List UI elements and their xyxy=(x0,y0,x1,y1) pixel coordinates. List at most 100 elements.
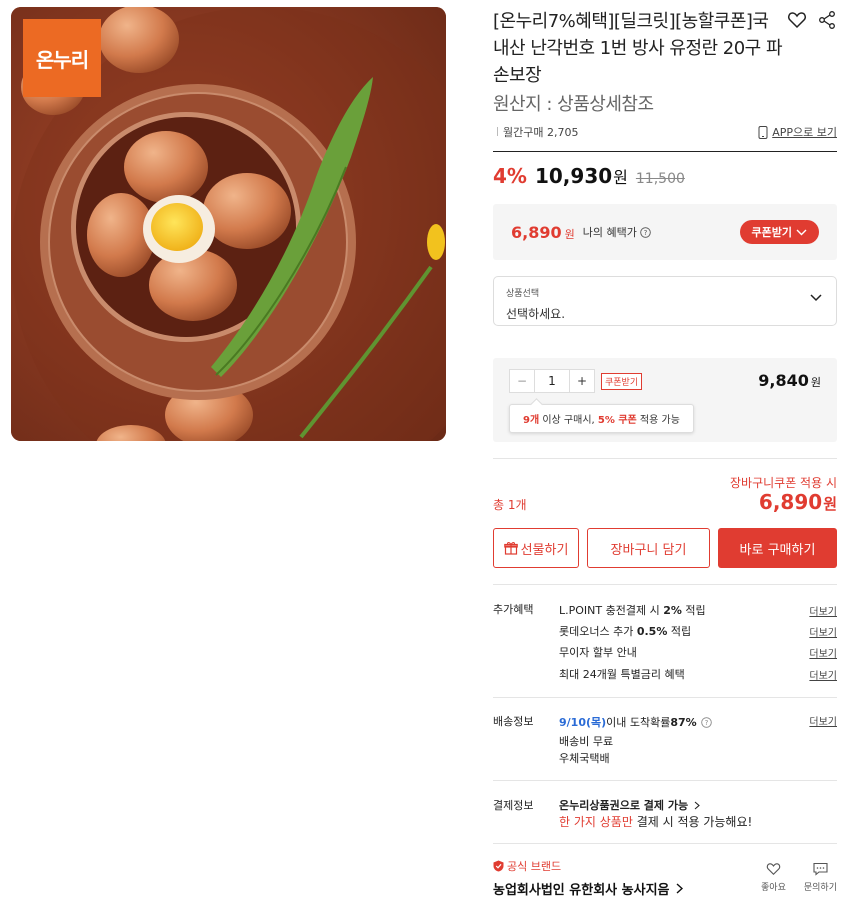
svg-text:?: ? xyxy=(704,719,708,727)
benefit-item-suffix: 적립 xyxy=(667,625,692,638)
option-price: 9,840 원 xyxy=(758,371,821,390)
product-title: [온누리7%혜택][딜크릿][농할쿠폰]국내산 난각번호 1번 방사 유정란 2… xyxy=(493,11,783,86)
gift-button-label: 선물하기 xyxy=(520,542,569,558)
benefit-item-text: 롯데오너스 추가 xyxy=(559,625,637,638)
divider xyxy=(493,843,837,844)
payment-note-rest: 결제 시 적용 가능해요! xyxy=(632,815,753,829)
divider xyxy=(493,780,837,781)
shipping-fee: 배송비 무료 xyxy=(559,735,614,748)
benefit-more-link[interactable]: 더보기 xyxy=(809,603,837,618)
divider xyxy=(493,697,837,698)
shield-icon xyxy=(493,860,504,872)
monthly-sales: 월간구매 2,705 xyxy=(493,124,578,140)
benefit-box: 6,890 원 나의 혜택가 ? 쿠폰받기 xyxy=(493,204,837,260)
cart-coupon-note: 장바구니쿠폰 적용 시 xyxy=(730,476,837,490)
gift-button[interactable]: 선물하기 xyxy=(493,528,579,568)
price-row: 4% 10,930원 11,500 xyxy=(493,164,685,188)
benefit-item-rate: 2% xyxy=(663,604,682,617)
benefit-price-value: 6,890 xyxy=(511,222,562,242)
inquiry-button[interactable]: 문의하기 xyxy=(804,862,837,893)
action-buttons: 선물하기 장바구니 담기 바로 구매하기 xyxy=(493,528,837,568)
benefit-item: 롯데오너스 추가 0.5% 적립 xyxy=(559,623,691,639)
brand-name: 농업회사법인 유한회사 농사지음 xyxy=(493,883,670,898)
option-price-value: 9,840 xyxy=(758,371,809,390)
benefit-item-text: L.POINT 충전결제 시 xyxy=(559,604,664,617)
coupon-tooltip: 9개 이상 구매시, 5% 쿠폰 적용 가능 xyxy=(509,404,694,433)
tooltip-coupon: 5% 쿠폰 xyxy=(597,415,637,426)
buy-now-label: 바로 구매하기 xyxy=(739,542,816,558)
buy-now-button[interactable]: 바로 구매하기 xyxy=(718,528,837,568)
add-to-cart-button[interactable]: 장바구니 담기 xyxy=(587,528,710,568)
heart-icon xyxy=(766,863,781,876)
payment-header: 결제정보 xyxy=(493,799,534,812)
help-icon: ? xyxy=(640,226,651,238)
help-icon[interactable]: ? xyxy=(700,716,712,728)
benefit-label-text: 나의 혜택가 xyxy=(582,226,637,239)
option-select-caption: 상품선택 xyxy=(506,289,540,299)
benefit-label[interactable]: 나의 혜택가 ? xyxy=(583,224,651,240)
chevron-right-icon xyxy=(676,883,683,894)
benefit-item: 최대 24개월 특별금리 혜택 xyxy=(559,668,685,681)
product-detail-page: 온누리 [온누리7%혜택][딜크릿][농할쿠폰]국내산 난각번호 1번 방사 유… xyxy=(0,0,850,917)
option-coupon-tag[interactable]: 쿠폰받기 xyxy=(601,373,643,390)
heart-icon[interactable] xyxy=(787,10,807,30)
benefit-price-unit: 원 xyxy=(564,227,575,241)
increase-button[interactable]: + xyxy=(570,370,594,392)
sale-price-unit: 원 xyxy=(613,168,628,187)
app-view-label: APP으로 보기 xyxy=(772,126,837,139)
product-image[interactable]: 온누리 xyxy=(11,7,446,441)
chevron-right-icon xyxy=(694,801,700,809)
tooltip-count: 9개 xyxy=(523,415,540,426)
onnuri-payment-link[interactable]: 온누리상품권으로 결제 가능 xyxy=(559,797,700,813)
option-select-value: 선택하세요. xyxy=(506,307,566,321)
get-coupon-label: 쿠폰받기 xyxy=(751,226,792,239)
total-price-unit: 원 xyxy=(823,495,837,513)
official-brand-label: 공식 브랜드 xyxy=(507,860,562,873)
benefit-more-link[interactable]: 더보기 xyxy=(809,645,837,660)
tooltip-mid: 이상 구매시, xyxy=(539,415,598,426)
benefit-more-link[interactable]: 더보기 xyxy=(809,624,837,639)
total-price: 6,890원 xyxy=(759,490,837,514)
arrival-probability: 87% xyxy=(670,715,697,729)
sale-price-value: 10,930 xyxy=(534,164,613,188)
gift-icon xyxy=(503,542,518,555)
chat-icon xyxy=(813,862,828,876)
chevron-down-icon xyxy=(810,294,822,302)
tooltip-end: 적용 가능 xyxy=(636,415,680,426)
total-price-value: 6,890 xyxy=(758,490,823,514)
share-icon[interactable] xyxy=(817,10,837,30)
like-brand-button[interactable]: 좋아요 xyxy=(761,862,786,893)
chevron-down-icon xyxy=(796,229,807,235)
benefit-item-suffix: 적립 xyxy=(681,604,706,617)
quantity-value[interactable]: 1 xyxy=(534,370,570,392)
decrease-button[interactable]: − xyxy=(510,370,534,392)
divider xyxy=(493,458,837,459)
extra-benefit-header: 추가혜택 xyxy=(493,603,534,616)
quantity-stepper: − 1 + xyxy=(509,369,595,393)
original-price: 11,500 xyxy=(635,171,685,187)
total-row: 장바구니쿠폰 적용 시 총 1개 6,890원 xyxy=(493,470,837,516)
shipping-header: 배송정보 xyxy=(493,715,534,728)
shipping-section: 배송정보 9/10(목) 이내 도착확률 87% ? 더보기 배송비 무료 우체… xyxy=(493,713,837,773)
payment-section: 결제정보 온누리상품권으로 결제 가능 한 가지 상품만 결제 시 적용 가능해… xyxy=(493,797,837,837)
total-count: 총 1개 xyxy=(493,498,527,512)
benefit-item-rate: 0.5% xyxy=(636,625,668,638)
selected-option-box: − 1 + 쿠폰받기 9,840 원 9개 이상 구매시, 5% 쿠폰 적용 가능 xyxy=(493,358,837,442)
add-to-cart-label: 장바구니 담기 xyxy=(610,542,687,558)
product-origin: 원산지 : 상품상세참조 xyxy=(493,94,654,115)
arrival-text: 이내 도착확률 xyxy=(606,716,671,729)
divider xyxy=(493,584,837,585)
extra-benefit-section: 추가혜택 L.POINT 충전결제 시 2% 적립 더보기 롯데오너스 추가 0… xyxy=(493,601,837,682)
badge-text: 온누리 xyxy=(35,47,89,72)
shipping-more-link[interactable]: 더보기 xyxy=(809,713,837,728)
monthly-sales-row: 월간구매 2,705 APP으로 보기 xyxy=(493,124,837,152)
payment-note: 한 가지 상품만 결제 시 적용 가능해요! xyxy=(559,813,752,830)
get-coupon-button[interactable]: 쿠폰받기 xyxy=(739,220,819,244)
svg-text:?: ? xyxy=(643,229,647,237)
benefit-item: L.POINT 충전결제 시 2% 적립 xyxy=(559,602,706,618)
benefit-more-link[interactable]: 더보기 xyxy=(809,667,837,682)
app-view-link[interactable]: APP으로 보기 xyxy=(758,124,837,140)
option-select[interactable]: 상품선택 선택하세요. xyxy=(493,276,837,326)
benefit-price: 6,890 원 xyxy=(511,223,575,242)
like-label: 좋아요 xyxy=(761,883,786,893)
